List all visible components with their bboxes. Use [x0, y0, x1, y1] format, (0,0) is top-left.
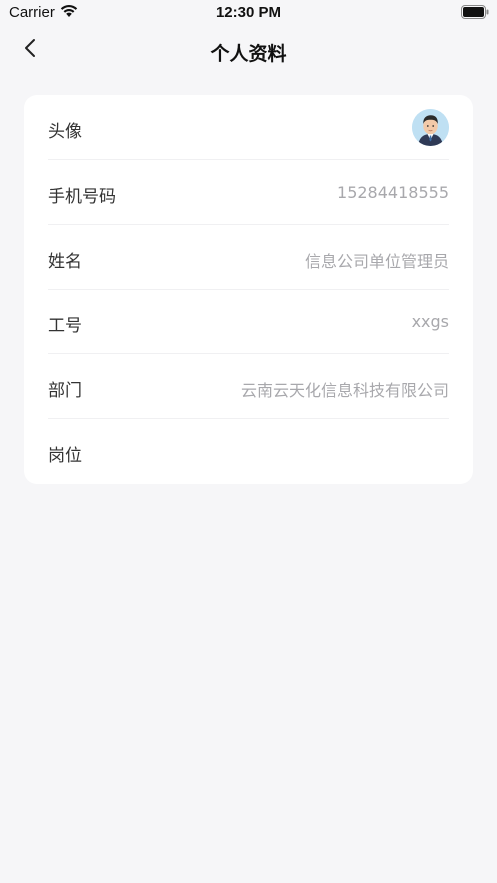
avatar-label: 头像 [48, 122, 82, 142]
row-employee-id[interactable]: 工号 xxgs [48, 289, 449, 354]
profile-card: 头像 手机号码 15284418555 姓名 信息公司单位管理员 工号 xxgs [24, 95, 473, 484]
status-bar: Carrier 12:30 PM [0, 0, 497, 26]
avatar[interactable] [412, 109, 449, 146]
row-phone[interactable]: 手机号码 15284418555 [48, 160, 449, 225]
row-name[interactable]: 姓名 信息公司单位管理员 [48, 225, 449, 290]
phone-label: 手机号码 [48, 187, 116, 207]
battery-icon [461, 5, 489, 19]
name-label: 姓名 [48, 252, 82, 272]
name-value: 信息公司单位管理员 [304, 252, 449, 271]
nav-bar: 个人资料 [0, 30, 497, 70]
department-label: 部门 [48, 381, 82, 401]
phone-value: 15284418555 [337, 183, 449, 202]
status-time: 12:30 PM [215, 4, 282, 21]
department-value: 云南云天化信息科技有限公司 [240, 381, 449, 400]
employee-id-value: xxgs [411, 312, 449, 331]
row-department[interactable]: 部门 云南云天化信息科技有限公司 [48, 354, 449, 419]
position-label: 岗位 [48, 446, 82, 466]
avatar-image [412, 109, 449, 146]
employee-id-label: 工号 [48, 316, 82, 336]
row-avatar[interactable]: 头像 [48, 95, 449, 160]
page-title: 个人资料 [210, 43, 287, 65]
row-position[interactable]: 岗位 [48, 419, 449, 484]
